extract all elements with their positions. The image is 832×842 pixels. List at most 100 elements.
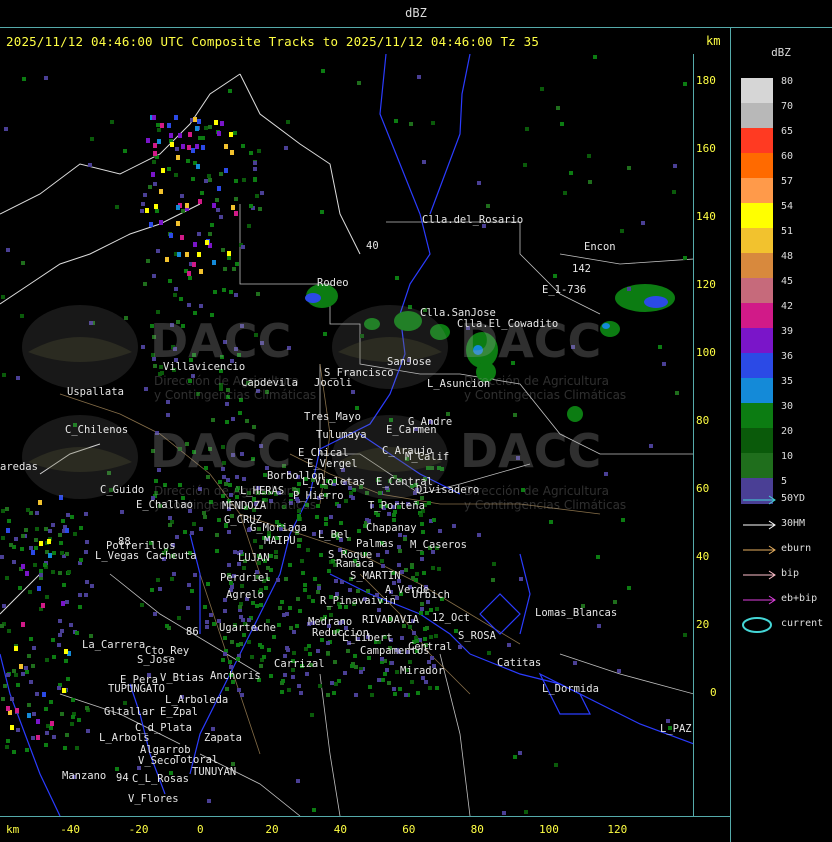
echo-pixel (6, 739, 10, 743)
echo-pixel (34, 546, 38, 550)
echo-pixel-hot (195, 144, 199, 149)
place-label: Gltallar (104, 706, 155, 718)
radar-map[interactable]: DACC Dirección de Agricultura y Contingenc… (0, 54, 694, 816)
place-label: Chapanay (366, 522, 417, 534)
echo-pixel (6, 248, 10, 252)
place-label: L_Arbols (99, 732, 150, 744)
echo-pixel-hot (193, 242, 197, 247)
echo-pixel (233, 131, 237, 135)
echo-pixel (400, 570, 404, 574)
echo-pixel (187, 303, 191, 307)
legend-panel: dBZ 80 70 65 60 57 54 51 48 45 42 39 36 35 30 20 10 5 50… (730, 28, 832, 842)
echo-pixel (154, 479, 158, 483)
echo-pixel (596, 555, 600, 559)
echo-pixel (39, 569, 43, 573)
echo-pixel (242, 566, 246, 570)
echo-pixel (233, 550, 237, 554)
echo-pixel (282, 613, 286, 617)
place-label: Manzano (62, 770, 107, 782)
echo-pixel (420, 602, 424, 606)
echo-pixel (587, 154, 591, 158)
echo-pixel (35, 511, 39, 515)
echo-pixel (334, 682, 338, 686)
echo-pixel (35, 692, 39, 696)
echo-pixel (240, 693, 244, 697)
echo-pixel (186, 606, 190, 610)
place-label: Totoral (174, 754, 219, 766)
echo-pixel (593, 55, 597, 59)
echo-pixel (3, 684, 7, 688)
place-label: Agrelo (226, 589, 264, 601)
echo-pixel (51, 570, 55, 574)
echo-pixel (71, 698, 75, 702)
legend-label-20: 20 (781, 426, 794, 437)
echo-pixel (588, 180, 592, 184)
echo-pixel (312, 532, 316, 536)
echo-pixel (237, 688, 241, 692)
echo-pixel (253, 539, 257, 543)
echo-pixel (383, 672, 387, 676)
echo-pixel (223, 609, 227, 613)
river-line (479, 593, 521, 635)
legend-label-35: 35 (781, 376, 794, 387)
legend-swatch-35 (741, 378, 773, 404)
place-label: E_Zpal (160, 706, 198, 718)
echo-pixel-hot (188, 132, 192, 137)
echo-pixel (398, 687, 402, 691)
echo-pixel (330, 681, 334, 685)
place-label: V_Seco (138, 755, 176, 767)
place-label: La_Carrera (82, 639, 146, 651)
echo-pixel (253, 178, 257, 182)
echo-pixel (673, 164, 677, 168)
y-tick-180: 180 (696, 74, 716, 87)
echo-pixel (18, 586, 22, 590)
place-label: Rodeo (317, 277, 349, 289)
echo-pixel (343, 671, 347, 675)
echo-pixel (208, 125, 212, 129)
place-label: Zapata (204, 732, 242, 744)
echo-pixel (58, 571, 62, 575)
storm-core (644, 296, 668, 308)
echo-pixel (44, 76, 48, 80)
echo-pixel (1, 295, 5, 299)
echo-pixel (286, 120, 290, 124)
echo-pixel (39, 573, 43, 577)
echo-pixel (2, 373, 6, 377)
echo-pixel (428, 686, 432, 690)
echo-pixel (57, 686, 61, 690)
echo-pixel (297, 544, 301, 548)
legend-label-36: 36 (781, 351, 794, 362)
echo-pixel (259, 545, 263, 549)
place-label: Divisadero (416, 484, 480, 496)
echo-pixel (306, 548, 310, 552)
track-arrow-icon (743, 545, 776, 555)
x-tick-0: 0 (197, 823, 204, 836)
echo-pixel-hot (178, 133, 182, 138)
echo-pixel (157, 128, 161, 132)
echo-pixel (422, 571, 426, 575)
track-label-3: bip (781, 568, 800, 579)
echo-pixel (604, 472, 608, 476)
echo-pixel (221, 248, 225, 252)
echo-pixel (353, 654, 357, 658)
place-label: S_MARTIN (350, 570, 401, 582)
place-label: T_Porteña (368, 500, 425, 512)
echo-pixel (292, 630, 296, 634)
echo-pixel (32, 712, 36, 716)
echo-pixel (317, 586, 321, 590)
echo-pixel (419, 513, 423, 517)
echo-pixel (79, 558, 83, 562)
echo-pixel-hot (197, 252, 201, 257)
echo-pixel (7, 519, 11, 523)
place-label: TUNUYAN (192, 766, 237, 778)
echo-pixel (230, 640, 234, 644)
y-axis: 180 160 140 120 100 80 60 40 20 0 (694, 54, 730, 816)
echo-pixel (225, 687, 229, 691)
echo-pixel-hot (224, 144, 228, 149)
echo-pixel-hot (14, 646, 18, 651)
place-label: Clla.El_Cowadito (457, 318, 559, 330)
echo-pixel (297, 684, 301, 688)
echo-pixel-hot (176, 205, 180, 210)
echo-pixel (200, 191, 204, 195)
legend-swatch-45 (741, 278, 773, 304)
